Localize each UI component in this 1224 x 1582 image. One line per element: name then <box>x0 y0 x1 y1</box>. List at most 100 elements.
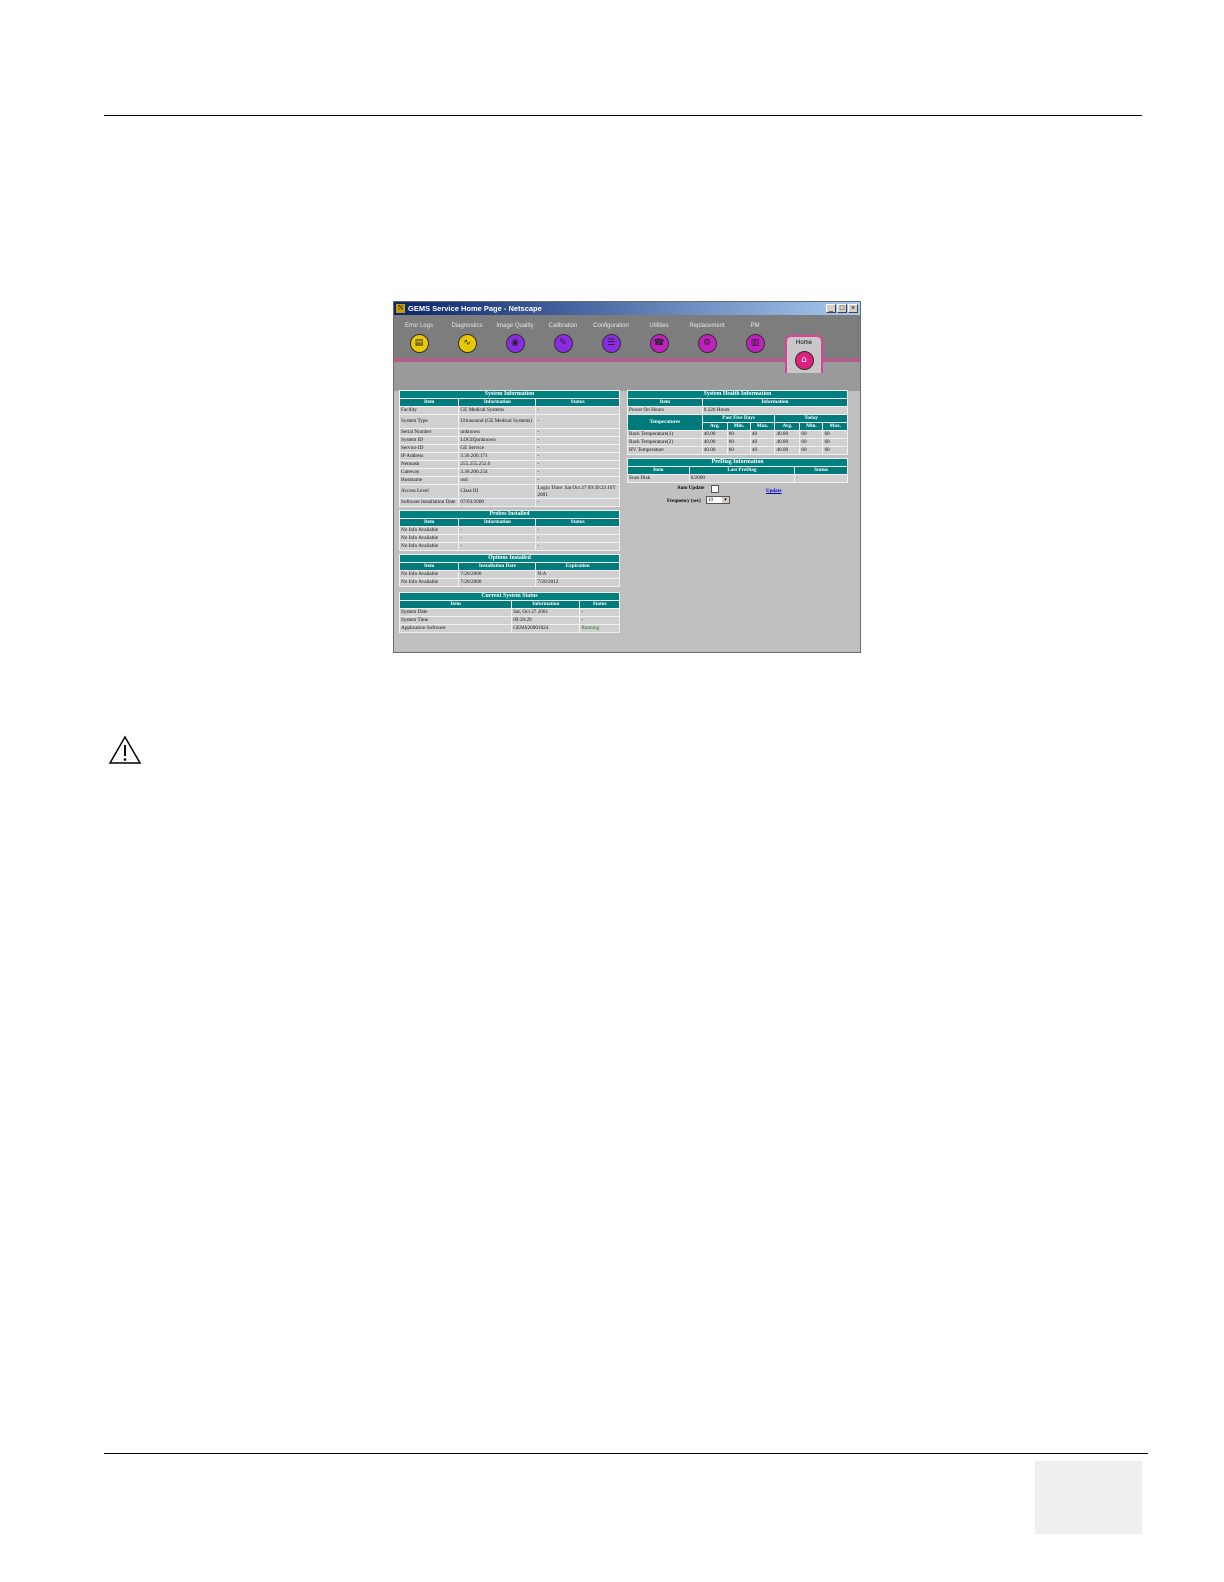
replacement-icon[interactable]: ⚙ <box>697 334 717 353</box>
table-row: No Info Available 7/20/2000 7/20/2012 <box>398 578 620 587</box>
nav-label: Diagnostics <box>451 323 483 329</box>
cell: 60 <box>822 430 848 439</box>
frequency-select[interactable]: 10 ▾ <box>706 496 730 504</box>
column-header: Installation Date <box>458 562 537 571</box>
frequency-label: Frequency (sec) <box>667 499 701 504</box>
cell: 3.36.200.254 <box>458 468 537 477</box>
pm-icon[interactable]: ▥ <box>745 334 765 353</box>
table-row: Serial Number unknown - <box>398 428 620 437</box>
cell: - <box>535 468 620 477</box>
minimize-button[interactable]: _ <box>826 304 836 313</box>
cell: 60 <box>799 430 824 439</box>
cell: Access Level <box>398 484 460 499</box>
options-installed-table: Options Installed Item Installation Date… <box>398 554 620 587</box>
status-running: Running <box>579 624 620 633</box>
cell: 40 <box>749 430 776 439</box>
close-button[interactable]: × <box>848 304 858 313</box>
table-row: Rack Temperature(2) 40.00 60 40 40.00 60 60 <box>627 438 848 447</box>
table-row: Software Installation Date 07/03/2000- <box>398 498 620 507</box>
probes-installed-table: Probes Installed Item Information Status… <box>398 510 620 551</box>
nav-image-quality[interactable]: Image Quality ◉ <box>493 323 537 353</box>
configuration-icon[interactable]: ☰ <box>601 334 621 353</box>
nav-replacement[interactable]: Replacement ⚙ <box>685 323 729 353</box>
prediag-table: PreDiag Information Item Last PreDiag St… <box>627 458 848 483</box>
table-row: Service ID GE Service - <box>398 444 620 453</box>
cell: - <box>458 526 537 535</box>
cell: 60 <box>822 446 848 455</box>
table-row: IP Address 3.36.200.171- <box>398 452 620 461</box>
cell: 09:39:29 <box>511 616 581 625</box>
auto-update-label: Auto Update <box>677 486 705 491</box>
cell: GE Service <box>458 444 537 453</box>
cell: GEMS20001024 <box>511 624 581 633</box>
cell: - <box>535 414 620 429</box>
cell: - <box>458 534 537 543</box>
cell: Service ID <box>398 444 460 453</box>
prediag-controls: Auto Update Update Frequency (sec) 10 ▾ <box>627 483 848 507</box>
cell: usd <box>458 476 537 485</box>
title-bar[interactable]: N GEMS Service Home Page - Netscape _ □ … <box>394 302 860 315</box>
cell: 40.00 <box>701 430 728 439</box>
column-header: Status <box>794 466 848 475</box>
nav-label: Error Logs <box>404 323 433 329</box>
update-link[interactable]: Update <box>766 489 782 494</box>
table-row: System Time 09:39:29- <box>398 616 620 625</box>
cell: - <box>535 534 620 543</box>
nav-diagnostics[interactable]: Diagnostics ∿ <box>445 323 489 353</box>
header-rule <box>104 115 1142 116</box>
cell: 7/20/2012 <box>535 578 620 587</box>
column-header: Min. <box>799 422 824 431</box>
column-header: Status <box>579 600 620 609</box>
home-icon[interactable]: ⌂ <box>794 351 814 370</box>
calibration-icon[interactable]: ✎ <box>553 334 573 353</box>
cell: - <box>579 608 620 617</box>
cell: Power On Hours <box>627 406 703 415</box>
column-header: Item <box>398 600 513 609</box>
log-icon[interactable]: ▤ <box>409 334 429 353</box>
column-header: Item <box>398 518 460 527</box>
cell: Ultrasound (GE Medical Systems) <box>458 414 537 429</box>
cell: HV Temperature <box>627 446 703 455</box>
cell: - <box>535 526 620 535</box>
nav-configuration[interactable]: Configuration ☰ <box>589 323 633 353</box>
utilities-icon[interactable]: ☎ <box>649 334 669 353</box>
cell: - <box>535 460 620 469</box>
nav-utilities[interactable]: Utilities ☎ <box>637 323 681 353</box>
left-column: System Information Item Information Stat… <box>398 390 620 633</box>
cell: System Date <box>398 608 513 617</box>
auto-update-checkbox[interactable] <box>711 485 719 493</box>
cell: Netmask <box>398 460 460 469</box>
cell: Serial Number <box>398 428 460 437</box>
browser-window: N GEMS Service Home Page - Netscape _ □ … <box>393 301 861 653</box>
table-row: HV Temperature 40.00 60 40 40.00 60 60 <box>627 446 848 455</box>
cell: 6/2000 <box>688 474 796 483</box>
stethoscope-icon[interactable]: ∿ <box>457 334 477 353</box>
cell: - <box>535 542 620 551</box>
cell: Login Time: Sat Oct 27 09:39:23 JST 2001 <box>535 484 620 499</box>
cell: LOGIQunknown <box>458 436 537 445</box>
cell: System ID <box>398 436 460 445</box>
nav-pm[interactable]: PM ▥ <box>733 323 777 353</box>
page-number-box <box>1035 1461 1142 1534</box>
column-header: Min. <box>726 422 751 431</box>
nav-error-logs[interactable]: Error Logs ▤ <box>397 323 441 353</box>
nav-home-tab[interactable]: Home ⌂ <box>785 335 823 373</box>
cell: 40.00 <box>701 446 728 455</box>
cell: 7/20/2000 <box>458 570 537 579</box>
cell: - <box>535 498 620 507</box>
cell: No Info Available <box>398 542 460 551</box>
cell: - <box>535 444 620 453</box>
cell: 40 <box>749 446 776 455</box>
table-row: Access Level Class III Login Time: Sat Oct… <box>398 484 620 499</box>
column-header: Item <box>398 562 460 571</box>
cell: Rack Temperature(1) <box>627 430 703 439</box>
nav-calibration[interactable]: Calibration ✎ <box>541 323 585 353</box>
maximize-button[interactable]: □ <box>837 304 847 313</box>
chevron-down-icon[interactable]: ▾ <box>722 497 729 503</box>
table-row: Power On Hours 0.226 Hours <box>627 406 849 415</box>
column-header: Last PreDiag <box>688 466 796 475</box>
table-row: Application Software GEMS20001024 Running <box>398 624 620 633</box>
column-header: Item <box>398 398 460 407</box>
image-quality-icon[interactable]: ◉ <box>505 334 525 353</box>
column-header: Information <box>701 398 849 407</box>
